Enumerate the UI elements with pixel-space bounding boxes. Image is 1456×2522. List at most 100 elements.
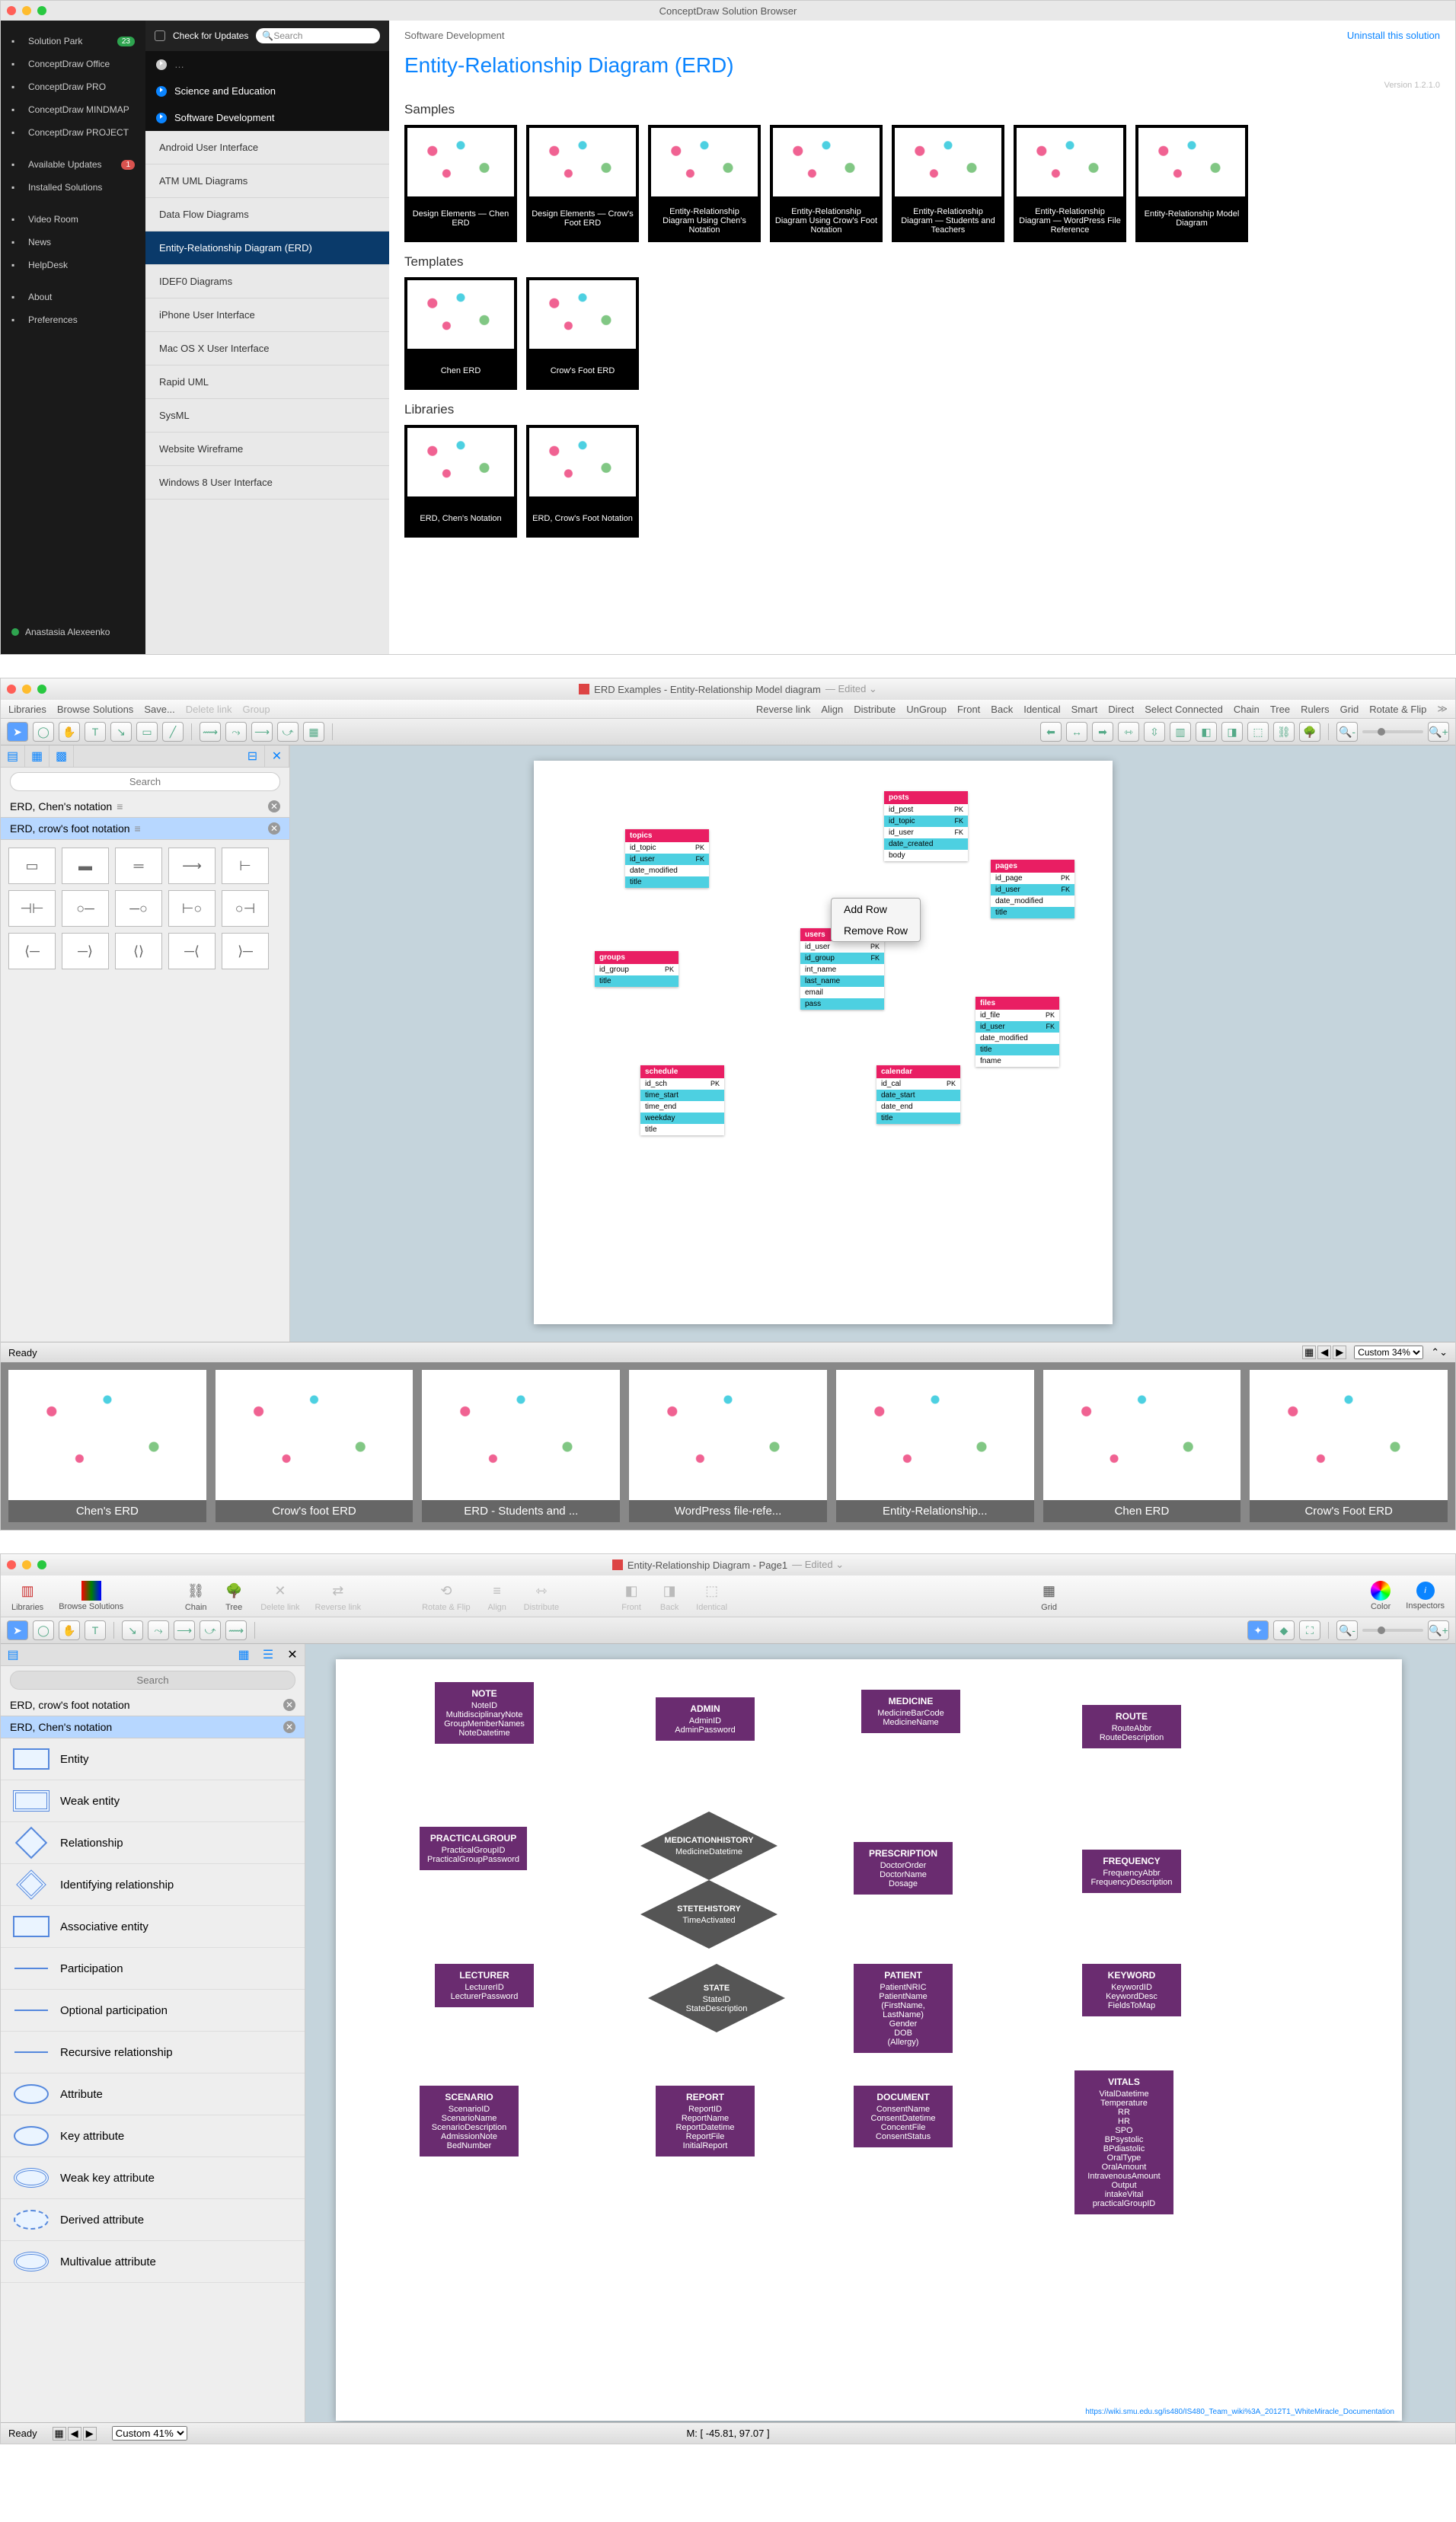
entity-groups[interactable]: groupsid_groupPKtitle [595,951,679,987]
library-header-active[interactable]: ERD, Chen's notation✕ [1,1716,305,1738]
entity-posts[interactable]: postsid_postPKid_topicFKid_userFKdate_cr… [884,791,968,861]
page-thumbnail[interactable]: Chen ERD [1043,1370,1241,1522]
direct-icon[interactable]: ◆ [1273,1620,1295,1640]
chen-entity-route[interactable]: ROUTERouteAbbrRouteDescription [1082,1705,1181,1748]
list-icon[interactable]: ☰ [256,1644,280,1665]
chen-entity-admin[interactable]: ADMINAdminIDAdminPassword [656,1697,755,1741]
tile[interactable]: Entity-Relationship Diagram Using Chen's… [648,125,761,242]
nav-item[interactable]: ▪About [1,286,145,308]
library-header[interactable]: ERD, Chen's notation≡✕ [1,796,289,818]
chain-icon[interactable]: ⛓ [1273,722,1295,742]
tb-align[interactable]: ≡Align [486,1580,509,1612]
nav-item[interactable]: ▪ConceptDraw MINDMAP [1,98,145,121]
nav-item[interactable]: ▪ConceptDraw Office [1,53,145,75]
tile[interactable]: ERD, Chen's Notation [404,425,517,538]
toolbar-label[interactable]: Select Connected [1145,704,1223,715]
entity-files[interactable]: filesid_filePKid_userFKdate_modifiedtitl… [975,997,1059,1067]
toolbar-label[interactable]: Browse Solutions [57,704,133,715]
nav-item[interactable]: ▪Preferences [1,308,145,331]
page-thumbnail[interactable]: Entity-Relationship... [836,1370,1034,1522]
tb-delete-link[interactable]: ✕Delete link [260,1580,299,1612]
canvas[interactable]: NOTENoteIDMultidisciplinaryNoteGroupMemb… [305,1644,1455,2422]
lasso-tool[interactable]: ◯ [33,722,54,742]
toolbar-label[interactable]: Save... [144,704,174,715]
toolbar-label[interactable]: Align [821,704,843,715]
chen-entity-patient[interactable]: PATIENTPatientNRICPatientName(FirstName,… [854,1964,953,2053]
zoom-select[interactable]: Custom 41% [112,2426,187,2441]
tb-identical[interactable]: ⬚Identical [696,1580,727,1612]
page-thumbnail[interactable]: Crow's foot ERD [216,1370,413,1522]
size-icon[interactable]: ⬚ [1247,722,1269,742]
chen-entity-practicalgroup[interactable]: PRACTICALGROUPPracticalGroupIDPracticalG… [420,1827,527,1870]
stencil-item[interactable]: Entity [1,1738,305,1780]
stencil-item[interactable]: Identifying relationship [1,1864,305,1906]
toolbar-label[interactable]: Chain [1234,704,1260,715]
edited-indicator[interactable]: — Edited ⌄ [825,683,877,695]
shape-stencil[interactable]: ⟩─ [222,933,269,969]
tb-browse[interactable]: Browse Solutions [59,1581,123,1611]
tile[interactable]: ERD, Crow's Foot Notation [526,425,639,538]
stencil-item[interactable]: Optional participation [1,1990,305,2032]
pointer-tool[interactable]: ➤ [7,722,28,742]
shape-stencil[interactable]: ═ [115,848,162,884]
page-thumbnail[interactable]: Chen's ERD [8,1370,206,1522]
text-tool[interactable]: T [85,722,106,742]
dist-h-icon[interactable]: ⇿ [1118,722,1139,742]
tb-tree[interactable]: 🌳Tree [222,1580,245,1612]
pointer-tool[interactable]: ➤ [7,1620,28,1640]
tile[interactable]: Entity-Relationship Diagram — Students a… [892,125,1004,242]
hand-tool[interactable]: ✋ [59,722,80,742]
shape-stencil[interactable]: ⊢ [222,848,269,884]
smart-icon[interactable]: ✦ [1247,1620,1269,1640]
library-search[interactable] [10,772,280,791]
connector-tool[interactable]: ↘ [122,1620,143,1640]
toolbar-label[interactable]: Distribute [854,704,896,715]
link-tool-4[interactable]: ⤻ [277,722,299,742]
shape-stencil[interactable]: ⟨⟩ [115,933,162,969]
chen-entity-statehist[interactable]: STETEHISTORYTimeActivated [640,1880,777,1949]
entity-pages[interactable]: pagesid_pagePKid_userFKdate_modifiedtitl… [991,860,1074,918]
shape-stencil[interactable]: ⟶ [168,848,216,884]
toolbar-label[interactable]: Grid [1340,704,1359,715]
toolbar-label[interactable]: Back [991,704,1013,715]
toolbar-label[interactable]: Group [242,704,270,715]
solution-item[interactable]: Android User Interface [145,131,389,164]
traffic-lights[interactable] [7,1560,46,1569]
tb-grid[interactable]: ▦Grid [1038,1580,1061,1612]
shape-stencil[interactable]: ⊣⊢ [8,890,56,927]
link-tool-2[interactable]: ⤳ [225,722,247,742]
menu-add-row[interactable]: Add Row [832,899,920,920]
toolbar-label[interactable]: Smart [1071,704,1098,715]
tile[interactable]: Design Elements — Chen ERD [404,125,517,242]
chen-entity-state[interactable]: STATEStateIDStateDescription [648,1964,785,2032]
tile[interactable]: Chen ERD [404,277,517,390]
library-search[interactable] [10,1671,295,1690]
tab-2[interactable]: ▦ [25,745,49,767]
nav-item[interactable]: ▪Installed Solutions [1,176,145,199]
shape-stencil[interactable]: ⟨─ [8,933,56,969]
close-icon[interactable]: ✕ [280,1644,305,1665]
category-item[interactable]: Software Development [145,104,389,131]
group-icon[interactable]: ▦ [303,722,324,742]
shape-stencil[interactable]: ⊢○ [168,890,216,927]
solution-item[interactable]: Data Flow Diagrams [145,198,389,231]
chen-entity-keyword[interactable]: KEYWORDKeywordIDKeywordDescFieldsToMap [1082,1964,1181,2016]
overflow-icon[interactable]: ≫ [1437,703,1448,715]
grid-icon[interactable]: ▦ [231,1644,256,1665]
nav-item[interactable]: ▪News [1,231,145,254]
shape-stencil[interactable]: ─○ [115,890,162,927]
search-input[interactable]: 🔍 Search [256,28,380,43]
chen-entity-frequency[interactable]: FREQUENCYFrequencyAbbrFrequencyDescripti… [1082,1850,1181,1893]
chen-entity-scenario[interactable]: SCENARIOScenarioIDScenarioNameScenarioDe… [420,2086,519,2156]
front-icon[interactable]: ◧ [1196,722,1217,742]
link-tool-3[interactable]: ⟶ [251,722,273,742]
toolbar-label[interactable]: Delete link [186,704,232,715]
nav-item[interactable]: ▪Solution Park23 [1,30,145,53]
solution-item[interactable]: ATM UML Diagrams [145,164,389,198]
shape-stencil[interactable]: ▬ [62,848,109,884]
tb-libraries[interactable]: ▥Libraries [11,1580,43,1612]
tile[interactable]: Entity-Relationship Model Diagram [1135,125,1248,242]
tb-color[interactable]: Color [1371,1581,1391,1611]
check-updates-checkbox[interactable] [155,30,165,41]
traffic-lights[interactable] [7,685,46,694]
